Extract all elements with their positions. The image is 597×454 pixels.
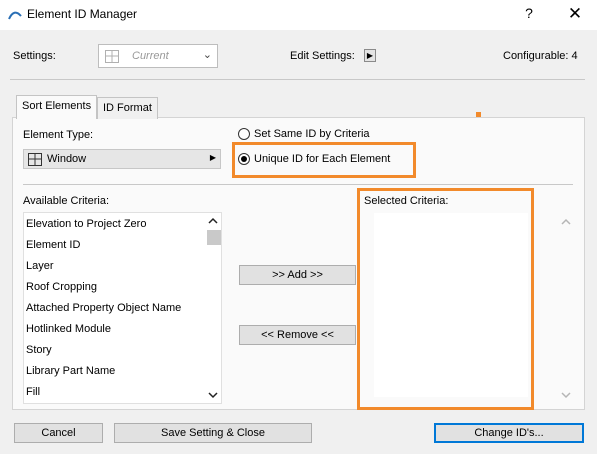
scroll-down-icon[interactable] [561,391,571,399]
help-button[interactable]: ? [519,5,539,23]
window-icon [28,153,42,166]
list-item[interactable]: Hotlinked Module [26,323,111,335]
radio-unique-id-label[interactable]: Unique ID for Each Element [254,153,390,165]
list-item[interactable]: Story [26,344,52,356]
scroll-down-icon[interactable] [208,391,218,399]
radio-same-id[interactable] [238,128,250,140]
play-arrow-icon: ▶ [366,51,374,60]
available-criteria-list[interactable]: Elevation to Project Zero Element ID Lay… [23,212,222,404]
list-item[interactable]: Layer [26,260,54,272]
save-setting-close-button[interactable]: Save Setting & Close [114,423,312,443]
marker-dot [476,112,481,117]
radio-unique-id[interactable] [238,153,250,165]
edit-settings-label: Edit Settings: [290,50,355,62]
list-item[interactable]: Library Part Name [26,365,115,377]
list-item[interactable]: Attached Property Object Name [26,302,181,314]
selected-criteria-label: Selected Criteria: [364,195,449,207]
tab-id-format[interactable]: ID Format [97,97,158,119]
close-button[interactable]: ✕ [565,5,585,23]
list-item[interactable]: Fill [26,386,40,398]
edit-settings-button[interactable]: ▶ [364,49,376,62]
settings-dropdown[interactable]: Current ⌄ [98,44,218,68]
radio-same-id-label[interactable]: Set Same ID by Criteria [254,128,370,140]
chevron-down-icon: ⌄ [202,49,212,61]
app-logo-icon [8,11,22,20]
cancel-button[interactable]: Cancel [14,423,103,443]
element-type-selector[interactable]: Window ▶ [23,149,221,169]
selected-criteria-list[interactable] [374,213,528,397]
element-type-value: Window [47,153,87,165]
scroll-up-icon[interactable] [208,217,218,225]
divider [23,184,573,185]
available-criteria-label: Available Criteria: [23,195,110,207]
list-item[interactable]: Element ID [26,239,80,251]
tab-sort-elements[interactable]: Sort Elements [16,95,98,119]
scroll-up-icon[interactable] [561,218,571,226]
divider [10,79,585,80]
window-icon [105,50,119,63]
list-item[interactable]: Roof Cropping [26,281,97,293]
scrollbar-thumb[interactable] [207,230,221,245]
add-button[interactable]: >> Add >> [239,265,356,285]
settings-label: Settings: [13,50,56,62]
element-type-label: Element Type: [23,129,94,141]
change-ids-button[interactable]: Change ID's... [434,423,584,443]
caret-right-icon: ▶ [209,153,216,162]
settings-value: Current [132,50,169,62]
window-title: Element ID Manager [27,7,138,21]
list-item[interactable]: Elevation to Project Zero [26,218,146,230]
configurable-count: Configurable: 4 [503,50,578,62]
remove-button[interactable]: << Remove << [239,325,356,345]
